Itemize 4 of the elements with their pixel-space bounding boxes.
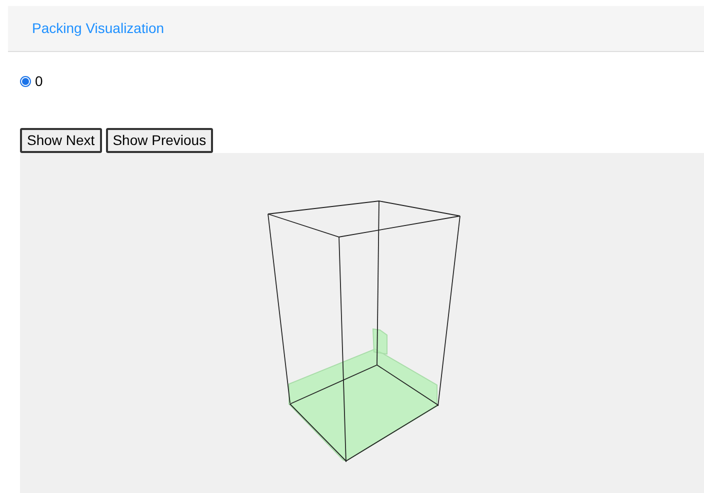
radio-button[interactable] xyxy=(20,76,31,86)
radio-label: 0 xyxy=(35,72,43,90)
nav-button[interactable]: Show Previous xyxy=(106,128,214,153)
nav-button[interactable]: Show Next xyxy=(20,128,102,153)
